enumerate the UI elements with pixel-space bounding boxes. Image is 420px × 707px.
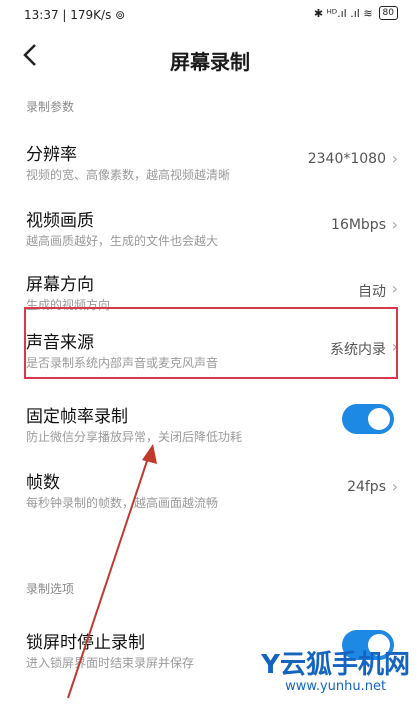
annotation-arrow bbox=[67, 444, 157, 699]
watermark: Y云狐手机网 www.yunhu.net bbox=[261, 644, 410, 694]
watermark-logo: Y云狐手机网 bbox=[261, 650, 410, 680]
watermark-url: www.yunhu.net bbox=[285, 679, 387, 694]
